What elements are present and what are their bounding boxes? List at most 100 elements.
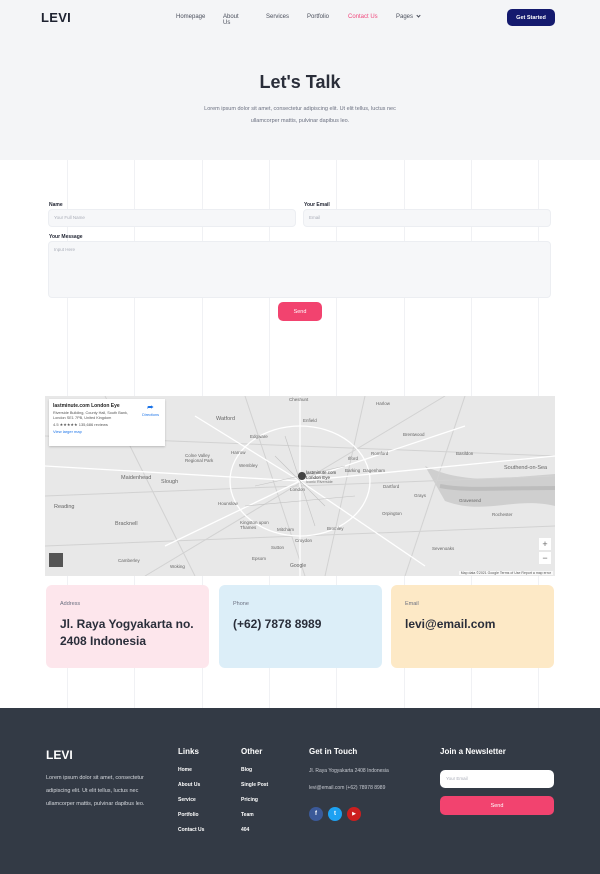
place-info-card: lastminute.com London Eye Riverside Buil… [49, 399, 165, 446]
phone-card: Phone (+62) 7878 8989 [219, 585, 382, 668]
footer-newsletter-heading: Join a Newsletter [440, 747, 506, 756]
site-logo[interactable]: LEVI [41, 10, 71, 25]
google-logo: Google [290, 563, 307, 569]
map-label-sutton: Sutton [271, 545, 285, 550]
email-card-value: levi@email.com [405, 617, 496, 631]
map-label-sevenoaks: Sevenoaks [432, 546, 455, 551]
map-label-harlow: Harlow [376, 401, 391, 406]
map-label-colne-valley: Colne Valley Regional Park [185, 453, 214, 463]
map-label-hounslow: Hounslow [218, 501, 238, 506]
map-pin-title: lastminute.com London Eye [306, 470, 337, 480]
footer-touch-heading: Get in Touch [309, 747, 358, 756]
map-label-brentwood: Brentwood [403, 432, 425, 437]
nav-pages[interactable]: Pages [396, 13, 421, 20]
message-textarea[interactable]: Input Here [48, 241, 551, 298]
nav-homepage[interactable]: Homepage [176, 14, 205, 20]
zoom-in-button[interactable]: + [539, 538, 551, 550]
footer-logo[interactable]: LEVI [46, 748, 73, 762]
map-label-wembley: Wembley [239, 463, 258, 468]
map-label-ilford: Ilford [348, 456, 359, 461]
directions-icon: ⮫ [147, 405, 154, 412]
map-label-barking: Barking [345, 468, 361, 473]
map-label-basildon: Basildon [456, 451, 474, 456]
address-card-value: Jl. Raya Yogyakarta no. 2408 Indonesia [60, 617, 194, 648]
map-pin-label: lastminute.com London Eye Iconic Riversi… [306, 470, 346, 485]
message-label: Your Message [49, 234, 83, 240]
view-larger-map-link[interactable]: View larger map [53, 429, 161, 434]
footer-link-404[interactable]: 404 [241, 827, 249, 833]
footer-link-team[interactable]: Team [241, 812, 254, 818]
hero-section: LEVI Homepage About Us Services Portfoli… [0, 0, 600, 160]
map-label-dartford: Dartford [383, 484, 400, 489]
address-card-label: Address [60, 601, 81, 607]
footer-other-heading: Other [241, 747, 263, 756]
place-address: Riverside Building, County Hall, South B… [53, 411, 128, 420]
map-label-bromley: Bromley [327, 526, 344, 531]
map-label-kingston: Kingston upon Thames [240, 520, 269, 530]
map-attribution[interactable]: Map data ©2021 Google Terms of Use Repor… [458, 571, 553, 575]
map-label-bracknell: Bracknell [115, 521, 138, 527]
footer-link-single-post[interactable]: Single Post [241, 782, 268, 788]
address-card: Address Jl. Raya Yogyakarta no. 2408 Ind… [46, 585, 209, 668]
map-pin-subtitle: Iconic Riverside [306, 480, 333, 484]
footer-address: Jl. Raya Yogyakarta 2408 Indonesia [309, 768, 389, 774]
name-label: Name [49, 202, 63, 208]
directions-button[interactable]: ⮫ Directions [142, 405, 159, 417]
map-label-dagenham: Dagenham [363, 468, 386, 473]
map-label-edgware: Edgware [250, 434, 268, 439]
footer-link-home[interactable]: Home [178, 767, 192, 773]
map-label-woking: Woking [170, 564, 185, 569]
nav-services[interactable]: Services [266, 14, 289, 20]
footer-link-pricing[interactable]: Pricing [241, 797, 258, 803]
footer-link-service[interactable]: Service [178, 797, 196, 803]
nav-contact-us[interactable]: Contact Us [348, 14, 378, 20]
email-label: Your Email [304, 202, 330, 208]
map-label-watford: Watford [216, 416, 236, 422]
send-button[interactable]: Send [278, 302, 322, 321]
twitter-icon[interactable]: t [328, 807, 342, 821]
map-label-cheshunt: Cheshunt [289, 397, 309, 402]
footer-link-about-us[interactable]: About Us [178, 782, 200, 788]
footer-link-portfolio[interactable]: Portfolio [178, 812, 199, 818]
zoom-out-button[interactable]: − [539, 552, 551, 564]
email-card: Email levi@email.com [391, 585, 554, 668]
site-footer: LEVI Lorem ipsum dolor sit amet, consect… [0, 708, 600, 874]
nav-about-us[interactable]: About Us [223, 14, 239, 26]
map-label-slough: Slough [161, 479, 179, 485]
phone-card-label: Phone [233, 601, 249, 607]
footer-about-text: Lorem ipsum dolor sit amet, consectetur … [46, 775, 145, 807]
map-label-enfield: Enfield [303, 418, 317, 423]
page-title: Let's Talk [259, 72, 341, 92]
map-label-croydon: Croydon [295, 538, 313, 543]
name-input[interactable]: Your Full Name [48, 209, 296, 227]
map-label-rochester: Rochester [492, 512, 513, 517]
footer-link-blog[interactable]: Blog [241, 767, 252, 773]
email-input[interactable]: Email [303, 209, 551, 227]
page-subtitle: Lorem ipsum dolor sit amet, consectetur … [204, 106, 396, 124]
map-label-harrow: Harrow [231, 450, 246, 455]
map-label-camberley: Camberley [118, 558, 140, 563]
map-label-romford: Romford [371, 451, 389, 456]
nav-pages-label: Pages [396, 14, 414, 20]
map-label-grays: Grays [414, 493, 427, 498]
get-started-button[interactable]: Get Started [507, 9, 555, 26]
map-label-mitcham: Mitcham [277, 527, 295, 532]
map-label-reading: Reading [54, 504, 75, 510]
newsletter-send-button[interactable]: Send [440, 796, 554, 815]
map-label-epsom: Epsom [252, 556, 267, 561]
map-label-orpington: Orpington [382, 511, 402, 516]
footer-contact-info: levi@email.com (+62) 78978 8989 [309, 785, 386, 791]
embedded-map[interactable]: Cheshunt Watford Enfield Harlow Brentwoo… [45, 396, 555, 576]
map-label-southend: Southend-on-Sea [504, 465, 548, 471]
youtube-icon[interactable]: ▶ [347, 807, 361, 821]
facebook-icon[interactable]: f [309, 807, 323, 821]
footer-links-heading: Links [178, 747, 199, 756]
map-label-gravesend: Gravesend [459, 498, 482, 503]
place-rating: 4.5 ★★★★★ 135,686 reviews [53, 422, 108, 427]
nav-portfolio[interactable]: Portfolio [307, 14, 329, 20]
email-card-label: Email [405, 601, 419, 607]
footer-link-contact-us[interactable]: Contact Us [178, 827, 204, 833]
newsletter-email-input[interactable]: Your Email [440, 770, 554, 788]
phone-card-value: (+62) 7878 8989 [233, 617, 322, 631]
map-label-maidenhead: Maidenhead [121, 475, 152, 481]
